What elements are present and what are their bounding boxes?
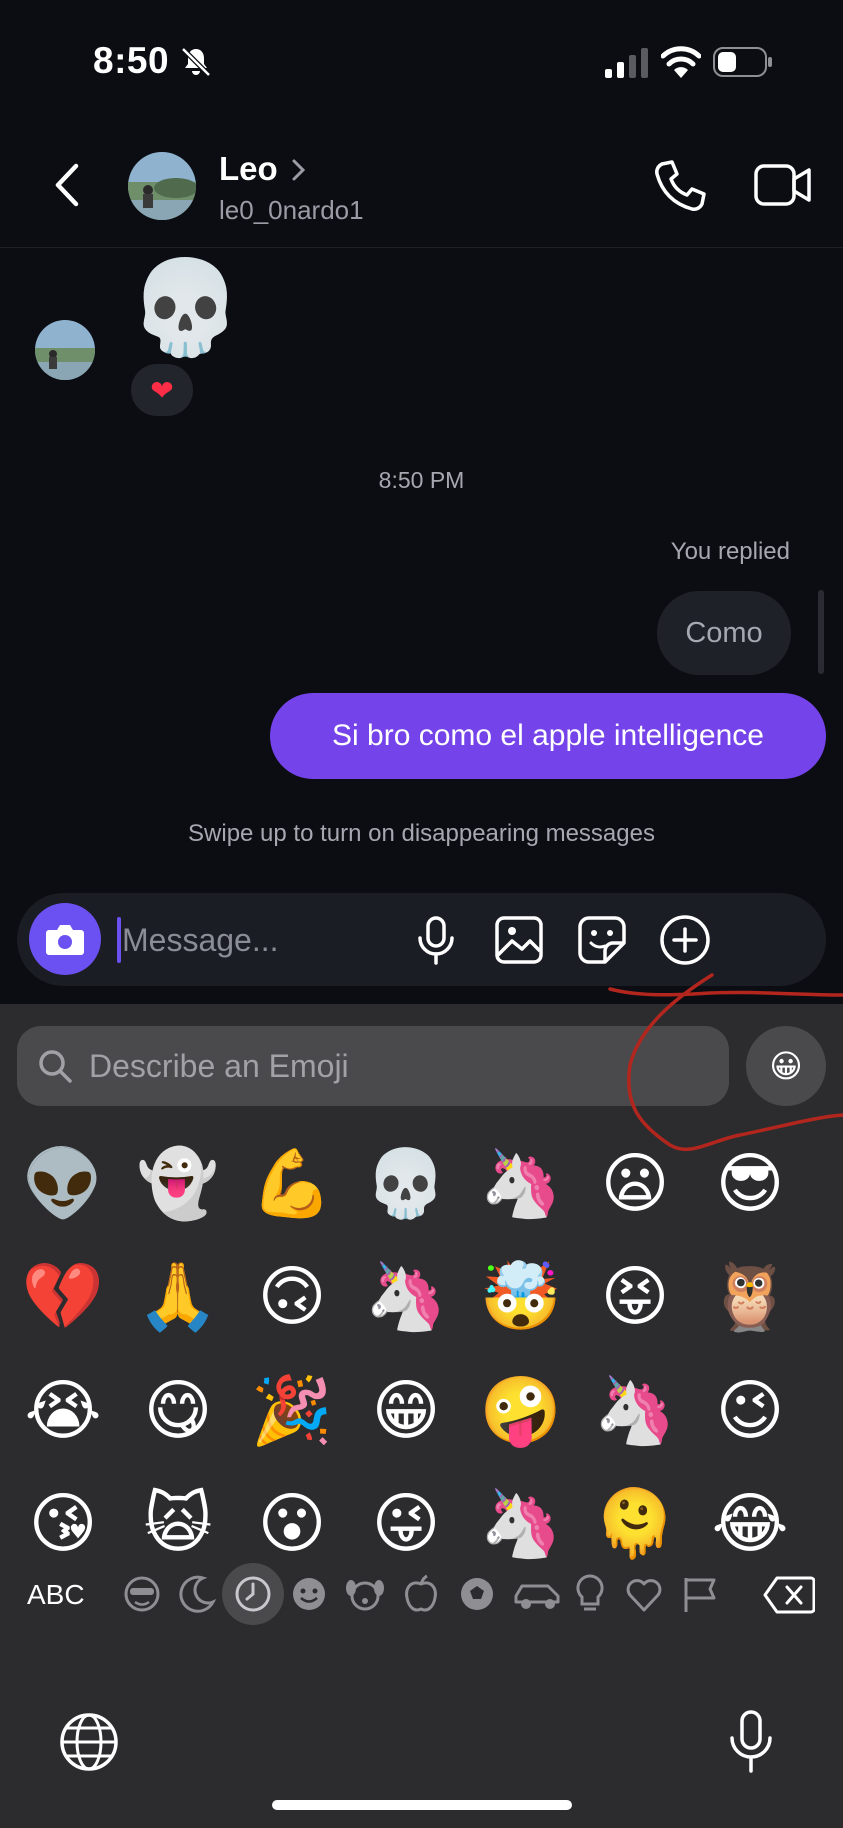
memoji-icon[interactable]	[120, 1572, 164, 1616]
microphone-icon[interactable]	[409, 913, 463, 967]
wifi-icon	[661, 46, 701, 78]
emoji-key[interactable]: 👻	[128, 1134, 228, 1234]
emoji-key[interactable]: 😘	[13, 1474, 113, 1574]
emoji-key[interactable]: 😝	[585, 1247, 685, 1347]
emoji-key[interactable]: 😎	[700, 1134, 800, 1234]
camera-icon	[46, 925, 84, 955]
emoji-key[interactable]: 😋	[128, 1361, 228, 1461]
emoji-key[interactable]: 💪	[242, 1134, 342, 1234]
plus-icon[interactable]	[658, 913, 712, 967]
video-icon[interactable]	[754, 162, 812, 208]
emoji-key[interactable]: 🙏	[128, 1247, 228, 1347]
genmoji-icon: 😀	[769, 1047, 803, 1085]
scrollbar[interactable]	[818, 590, 824, 674]
gallery-icon[interactable]	[492, 913, 546, 967]
emoji-key[interactable]: 😭	[13, 1361, 113, 1461]
bulb-icon[interactable]	[568, 1572, 612, 1616]
camera-button[interactable]	[29, 903, 101, 975]
battery-icon	[713, 47, 772, 77]
emoji-key[interactable]: 💀	[356, 1134, 456, 1234]
emoji-key[interactable]: 😦	[585, 1134, 685, 1234]
dictation-microphone-icon[interactable]	[726, 1708, 776, 1776]
emoji-key[interactable]: 🎉	[242, 1361, 342, 1461]
received-emoji-message[interactable]: 💀	[128, 262, 243, 354]
emoji-key[interactable]: 😁	[356, 1361, 456, 1461]
home-indicator[interactable]	[272, 1800, 572, 1810]
car-icon[interactable]	[512, 1572, 564, 1616]
emoji-key[interactable]: 🦉	[700, 1247, 800, 1347]
emoji-key[interactable]: 🦄	[356, 1247, 456, 1347]
emoji-key[interactable]: 👽	[13, 1134, 113, 1234]
emoji-key[interactable]: 🦄	[471, 1474, 571, 1574]
disappearing-messages-hint: Swipe up to turn on disappearing message…	[188, 820, 655, 847]
back-icon[interactable]	[48, 160, 88, 210]
emoji-key[interactable]: 🫠	[585, 1474, 685, 1574]
search-icon	[39, 1050, 72, 1083]
message-timestamp: 8:50 PM	[378, 467, 465, 493]
delete-key-icon[interactable]	[763, 1575, 815, 1615]
emoji-key[interactable]: 😂	[700, 1474, 800, 1574]
globe-icon[interactable]	[58, 1711, 120, 1773]
emoji-key[interactable]: 🙀	[128, 1474, 228, 1574]
emoji-key[interactable]: 🦄	[585, 1361, 685, 1461]
phone-icon[interactable]	[652, 158, 708, 214]
moon-icon[interactable]	[175, 1572, 219, 1616]
chat-header: Leo le0_0nardo1	[0, 120, 843, 248]
emoji-key[interactable]: 🦄	[471, 1134, 571, 1234]
smiley-icon[interactable]	[287, 1572, 331, 1616]
heart-reaction[interactable]: ❤	[131, 364, 193, 416]
message-avatar[interactable]	[35, 320, 95, 380]
chevron-right-icon	[292, 159, 306, 181]
you-replied-label: You replied	[670, 538, 790, 565]
emoji-key[interactable]: 🤪	[471, 1361, 571, 1461]
avatar[interactable]	[128, 152, 196, 220]
signal-icon	[605, 48, 648, 78]
contact-name[interactable]: Leo	[219, 150, 278, 188]
emoji-key[interactable]: 🙃	[242, 1247, 342, 1347]
status-time: 8:50	[93, 40, 170, 81]
abc-key[interactable]: ABC	[27, 1579, 85, 1611]
replied-to-bubble[interactable]: Como	[657, 591, 791, 675]
food-icon[interactable]	[399, 1572, 443, 1616]
status-bar: 8:50	[0, 0, 843, 120]
sticker-icon[interactable]	[575, 913, 629, 967]
bell-slash-icon	[181, 47, 211, 77]
genmoji-button[interactable]: 😀	[746, 1026, 826, 1106]
emoji-keyboard: 😀 👽👻💪💀🦄😦😎💔🙏🙃🦄🤯😝🦉😭😋🎉😁🤪🦄😉😘🙀😮😜🦄🫠😂 ABC	[0, 1004, 843, 1828]
emoji-key[interactable]: 🤯	[471, 1247, 571, 1347]
contact-username: le0_0nardo1	[219, 195, 364, 225]
emoji-key[interactable]: 😜	[356, 1474, 456, 1574]
emoji-key[interactable]: 💔	[13, 1247, 113, 1347]
emoji-key[interactable]: 😮	[242, 1474, 342, 1574]
emoji-key[interactable]: 😉	[700, 1361, 800, 1461]
animal-icon[interactable]	[343, 1572, 387, 1616]
clock-icon[interactable]	[222, 1563, 284, 1625]
heart-icon[interactable]	[622, 1572, 666, 1616]
message-input[interactable]	[122, 915, 382, 965]
emoji-search[interactable]	[17, 1026, 729, 1106]
ball-icon[interactable]	[455, 1572, 499, 1616]
flag-icon[interactable]	[678, 1572, 722, 1616]
message-composer	[17, 893, 826, 986]
sent-message-bubble[interactable]: Si bro como el apple intelligence	[270, 693, 826, 779]
text-caret	[117, 917, 121, 963]
emoji-search-input[interactable]	[89, 1040, 689, 1092]
